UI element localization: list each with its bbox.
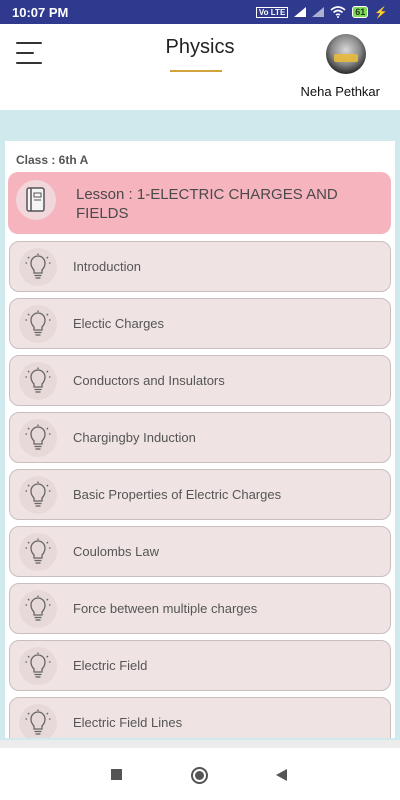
lightbulb-icon bbox=[19, 647, 57, 685]
lightbulb-icon bbox=[19, 704, 57, 738]
lesson-card: Class : 6th A Lesson : 1-ELECTRIC CHARGE… bbox=[5, 141, 395, 738]
topic-item[interactable]: Conductors and Insulators bbox=[9, 355, 391, 406]
battery-level: 61 bbox=[355, 7, 366, 17]
topic-item[interactable]: Force between multiple charges bbox=[9, 583, 391, 634]
status-time: 10:07 PM bbox=[12, 4, 69, 20]
user-name: Neha Pethkar bbox=[300, 84, 381, 99]
lightbulb-icon bbox=[19, 248, 57, 286]
charging-icon: ⚡ bbox=[374, 6, 388, 19]
topic-label: Basic Properties of Electric Charges bbox=[73, 487, 282, 502]
home-icon[interactable] bbox=[191, 767, 208, 784]
system-nav-bar bbox=[0, 748, 400, 800]
sim-icon: Vo LTE bbox=[255, 6, 289, 18]
lesson-header[interactable]: Lesson : 1-ELECTRIC CHARGES AND FIELDS bbox=[8, 172, 391, 234]
topic-label: Electic Charges bbox=[73, 316, 165, 331]
topic-label: Electric Field bbox=[73, 658, 148, 673]
topic-item[interactable]: Electric Field bbox=[9, 640, 391, 691]
topic-item[interactable]: Electic Charges bbox=[9, 298, 391, 349]
topic-label: Force between multiple charges bbox=[73, 601, 258, 616]
signal-icon bbox=[312, 7, 325, 17]
avatar[interactable] bbox=[326, 34, 366, 74]
topic-item[interactable]: Chargingby Induction bbox=[9, 412, 391, 463]
status-icons: Vo LTE 61 ⚡ bbox=[255, 6, 388, 19]
topic-item[interactable]: Electric Field Lines bbox=[9, 697, 391, 738]
battery-icon: 61 bbox=[352, 6, 369, 18]
wifi-icon bbox=[330, 6, 346, 18]
menu-line bbox=[16, 62, 42, 64]
topic-label: Coulombs Law bbox=[73, 544, 159, 559]
lightbulb-icon bbox=[19, 533, 57, 571]
app-header: Physics Neha Pethkar bbox=[0, 24, 400, 110]
lightbulb-icon bbox=[19, 419, 57, 457]
status-bar: 10:07 PM Vo LTE 61 ⚡ bbox=[0, 0, 400, 24]
signal-icon bbox=[294, 7, 307, 17]
topic-label: Introduction bbox=[73, 259, 141, 274]
lightbulb-icon bbox=[19, 362, 57, 400]
topic-item[interactable]: Basic Properties of Electric Charges bbox=[9, 469, 391, 520]
topic-label: Conductors and Insulators bbox=[73, 373, 225, 388]
bottom-separator bbox=[0, 740, 400, 748]
title-underline bbox=[170, 70, 222, 72]
lesson-title: Lesson : 1-ELECTRIC CHARGES AND FIELDS bbox=[76, 186, 338, 222]
topic-label: Electric Field Lines bbox=[73, 715, 183, 730]
recent-apps-icon[interactable] bbox=[111, 769, 122, 780]
topic-item[interactable]: Coulombs Law bbox=[9, 526, 391, 577]
class-label: Class : 6th A bbox=[16, 153, 89, 167]
topic-label: Chargingby Induction bbox=[73, 430, 196, 445]
back-icon[interactable] bbox=[276, 769, 287, 781]
lightbulb-icon bbox=[19, 476, 57, 514]
topic-item[interactable]: Introduction bbox=[9, 241, 391, 292]
book-icon bbox=[16, 180, 56, 220]
lightbulb-icon bbox=[19, 590, 57, 628]
lightbulb-icon bbox=[19, 305, 57, 343]
